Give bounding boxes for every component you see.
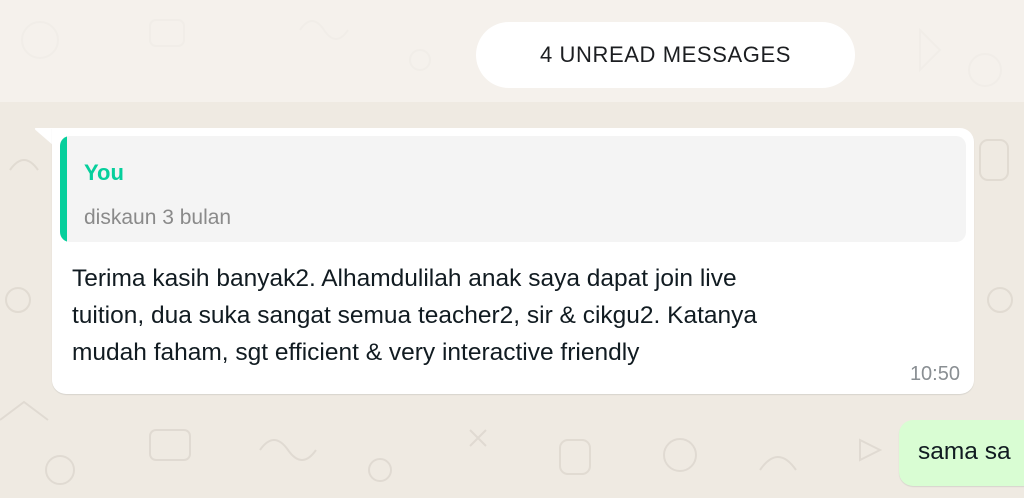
quote-accent-bar — [60, 136, 67, 242]
incoming-message-text: Terima kasih banyak2. Alhamdulilah anak … — [72, 265, 758, 366]
incoming-bubble-tail — [34, 128, 54, 146]
quoted-reply[interactable]: You diskaun 3 bulan — [60, 136, 966, 242]
quoted-reply-author: You — [84, 160, 124, 185]
quoted-reply-text: diskaun 3 bulan — [84, 206, 232, 229]
incoming-message-time: 10:50 — [909, 363, 960, 385]
outgoing-message-bubble[interactable]: sama sa — [899, 420, 1024, 486]
incoming-message-bubble[interactable]: You diskaun 3 bulan Terima kasih banyak2… — [52, 128, 974, 394]
unread-messages-divider: 4 UNREAD MESSAGES — [476, 22, 855, 88]
outgoing-message-text: sama sa — [918, 438, 1011, 465]
unread-messages-label: 4 UNREAD MESSAGES — [539, 42, 792, 67]
